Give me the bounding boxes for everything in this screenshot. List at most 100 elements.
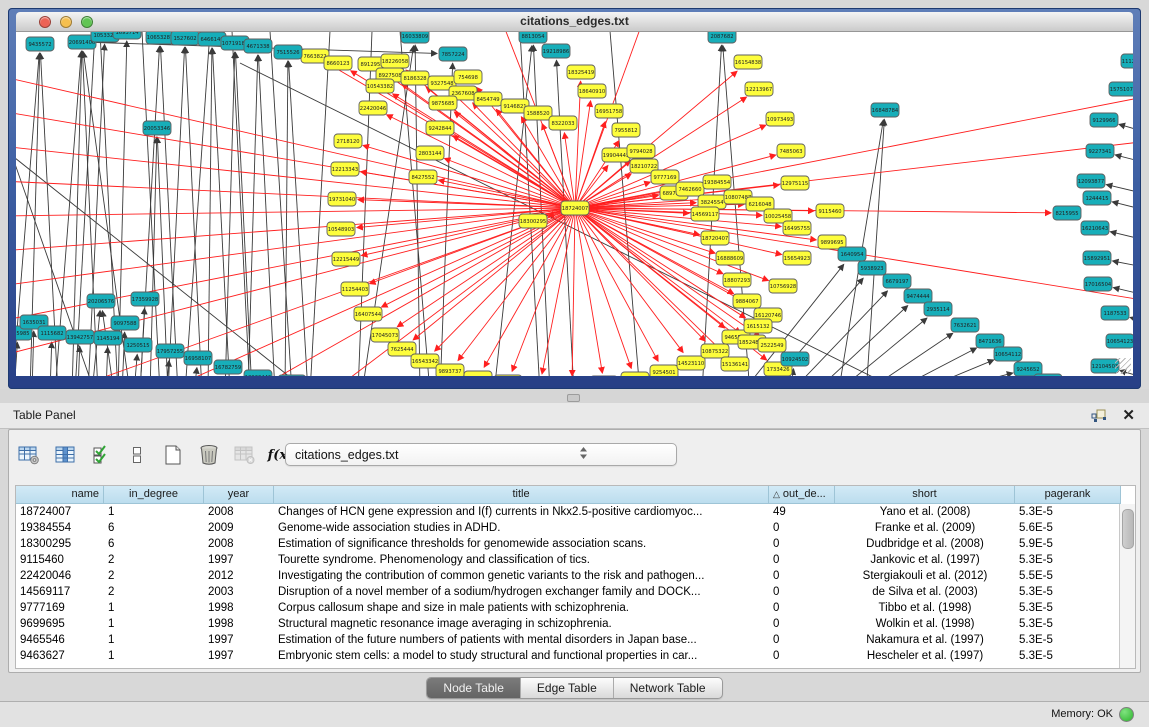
table-cell[interactable]: 1: [104, 600, 204, 616]
graph-node[interactable]: 16543342: [411, 354, 439, 368]
graph-node[interactable]: 10653287: [146, 32, 174, 44]
table-cell[interactable]: 9115460: [16, 552, 104, 568]
tab-network-table[interactable]: Network Table: [614, 678, 722, 698]
table-cell[interactable]: 2: [104, 568, 204, 584]
table-row[interactable]: 977716911998Corpus callosum shape and si…: [16, 600, 1135, 616]
table-cell[interactable]: 18300295: [16, 536, 104, 552]
table-cell[interactable]: Yano et al. (2008): [835, 504, 1015, 520]
table-row[interactable]: 969969511998Structural magnetic resonanc…: [16, 616, 1135, 632]
table-cell[interactable]: 0: [769, 568, 835, 584]
table-cell[interactable]: 9777169: [16, 600, 104, 616]
table-cell[interactable]: 1998: [204, 600, 274, 616]
table-cell[interactable]: de Silva et al. (2003): [835, 584, 1015, 600]
graph-node[interactable]: 10756928: [769, 279, 797, 293]
column-header-in-degree[interactable]: in_degree: [104, 486, 204, 504]
graph-node[interactable]: 9242844: [426, 121, 454, 135]
graph-node[interactable]: 18325419: [567, 65, 595, 79]
graph-node[interactable]: 8454749: [474, 92, 502, 106]
table-cell[interactable]: 1: [104, 632, 204, 648]
graph-node[interactable]: 13942757: [66, 330, 94, 344]
graph-node[interactable]: 12923446: [244, 370, 272, 376]
table-cell[interactable]: Nakamura et al. (1997): [835, 632, 1015, 648]
graph-node[interactable]: 8322033: [549, 116, 577, 130]
graph-node[interactable]: 2803144: [416, 146, 444, 160]
graph-node[interactable]: 9254501: [650, 365, 678, 376]
graph-node[interactable]: 2718120: [334, 134, 362, 148]
table-cell[interactable]: Estimation of the future numbers of pati…: [274, 632, 769, 648]
graph-node[interactable]: 16154838: [734, 55, 762, 69]
table-cell[interactable]: Jankovic et al. (1997): [835, 552, 1015, 568]
splitter-handle-icon[interactable]: [567, 394, 580, 402]
graph-node[interactable]: 22420046: [359, 101, 387, 115]
graph-node[interactable]: 1588520: [524, 106, 552, 120]
table-cell[interactable]: 5.3E-5: [1015, 632, 1121, 648]
graph-node[interactable]: 15154571: [464, 371, 492, 376]
graph-node[interactable]: 1244415: [1083, 191, 1111, 205]
table-cell[interactable]: Disruption of a novel member of a sodium…: [274, 584, 769, 600]
graph-node[interactable]: 14569117: [691, 207, 719, 221]
table-cell[interactable]: 2: [104, 552, 204, 568]
graph-node[interactable]: 15751074: [1109, 82, 1133, 96]
graph-node[interactable]: 18807293: [723, 273, 751, 287]
graph-node[interactable]: 8660123: [324, 56, 352, 70]
table-row[interactable]: 2242004622012Investigating the contribut…: [16, 568, 1135, 584]
graph-node[interactable]: 1187533: [1101, 306, 1129, 320]
table-cell[interactable]: 5.3E-5: [1015, 616, 1121, 632]
graph-node[interactable]: 19218986: [542, 44, 570, 58]
graph-node[interactable]: 2087682: [708, 32, 736, 43]
network-selector-dropdown[interactable]: citations_edges.txt: [285, 443, 677, 466]
resize-grip-icon[interactable]: [1115, 358, 1131, 374]
table-cell[interactable]: 5.3E-5: [1015, 504, 1121, 520]
graph-node[interactable]: 9227341: [1086, 144, 1114, 158]
graph-node[interactable]: 9794028: [627, 144, 655, 158]
graph-node[interactable]: 8813054: [519, 32, 547, 43]
table-cell[interactable]: Genome-wide association studies in ADHD.: [274, 520, 769, 536]
graph-node[interactable]: 754698: [454, 70, 482, 84]
table-cell[interactable]: 2012: [204, 568, 274, 584]
column-header-short[interactable]: short: [835, 486, 1015, 504]
graph-node[interactable]: 19904445: [602, 148, 630, 162]
graph-node[interactable]: 9435572: [26, 37, 54, 51]
graph-node[interactable]: 2522549: [758, 338, 786, 352]
graph-node[interactable]: 8186328: [401, 71, 429, 85]
graph-node[interactable]: 1250515: [124, 338, 152, 352]
table-cell[interactable]: Corpus callosum shape and size in male p…: [274, 600, 769, 616]
table-cell[interactable]: 5.3E-5: [1015, 600, 1121, 616]
graph-node[interactable]: 16951758: [595, 104, 623, 118]
graph-node[interactable]: 9884067: [733, 294, 761, 308]
table-row[interactable]: 1456911722003Disruption of a novel membe…: [16, 584, 1135, 600]
table-cell[interactable]: 6: [104, 536, 204, 552]
tab-node-table[interactable]: Node Table: [427, 678, 521, 698]
table-cell[interactable]: Dudbridge et al. (2008): [835, 536, 1015, 552]
table-cell[interactable]: 0: [769, 616, 835, 632]
graph-node[interactable]: 15654923: [783, 251, 811, 265]
graph-node[interactable]: 7625444: [388, 342, 416, 356]
graph-node[interactable]: 6679197: [883, 274, 911, 288]
float-panel-icon[interactable]: [1091, 408, 1107, 424]
table-cell[interactable]: 49: [769, 504, 835, 520]
graph-node[interactable]: 9893737: [436, 364, 464, 376]
graph-node[interactable]: 1693714: [113, 32, 141, 39]
table-cell[interactable]: 9699695: [16, 616, 104, 632]
graph-node[interactable]: 12975115: [781, 176, 809, 190]
table-cell[interactable]: 22420046: [16, 568, 104, 584]
table-row[interactable]: 1938455462009Genome-wide association stu…: [16, 520, 1135, 536]
table-cell[interactable]: 6: [104, 520, 204, 536]
close-panel-icon[interactable]: ✕: [1122, 406, 1135, 424]
table-cell[interactable]: 1: [104, 504, 204, 520]
graph-node[interactable]: 9875685: [429, 96, 457, 110]
graph-node[interactable]: 10875322: [701, 344, 729, 358]
graph-node[interactable]: 18640910: [578, 84, 606, 98]
table-cell[interactable]: 2: [104, 584, 204, 600]
row-height-button[interactable]: [123, 442, 150, 469]
graph-node[interactable]: 8427552: [409, 170, 437, 184]
graph-node[interactable]: 14523110: [677, 356, 705, 370]
graph-node[interactable]: 17957255: [156, 344, 184, 358]
graph-node[interactable]: 16848784: [871, 103, 899, 117]
graph-node[interactable]: 12213343: [331, 162, 359, 176]
split-divider[interactable]: [0, 389, 1149, 403]
show-columns-button[interactable]: [51, 442, 78, 469]
network-view-window[interactable]: citations_edges.txt 18724007183002957663…: [8, 8, 1141, 389]
table-cell[interactable]: 14569117: [16, 584, 104, 600]
table-cell[interactable]: 0: [769, 536, 835, 552]
